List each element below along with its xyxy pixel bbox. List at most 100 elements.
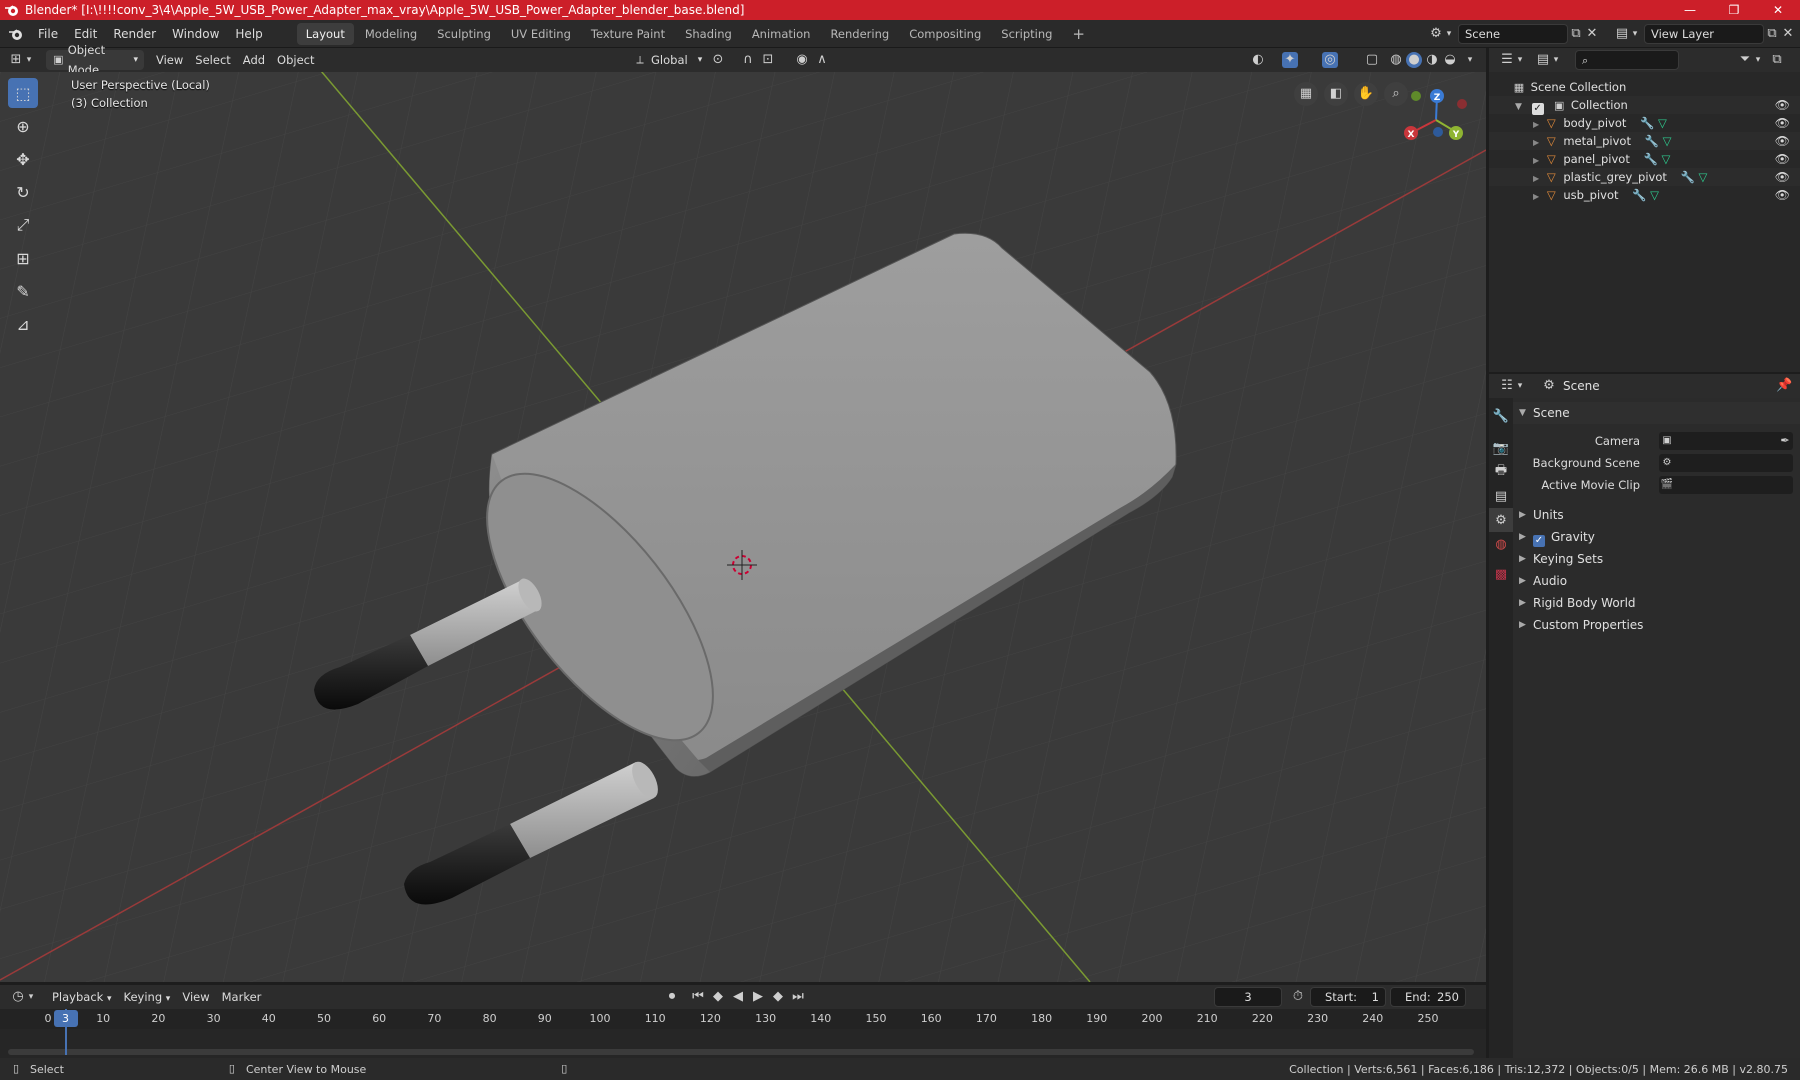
menu-file[interactable]: File bbox=[30, 20, 66, 48]
falloff-icon[interactable]: ∧ bbox=[814, 52, 830, 68]
end-frame-field[interactable]: End: 250 bbox=[1390, 987, 1466, 1007]
outliner-item[interactable]: ▶ ▽ panel_pivot 🔧 ▽ 👁 bbox=[1489, 150, 1800, 168]
audio-panel[interactable]: ▶ Audio bbox=[1513, 570, 1800, 592]
texture-tab-icon[interactable]: ▩ bbox=[1489, 562, 1513, 586]
tab-uv-editing[interactable]: UV Editing bbox=[502, 23, 580, 45]
frame-ruler[interactable]: 0 10 20 30 40 50 60 70 80 90 100 110 120 130 140 150 160… bbox=[0, 1009, 1486, 1029]
expand-arrow-icon[interactable]: ▶ bbox=[1533, 156, 1539, 165]
outliner-collection[interactable]: ▼ ✓ ▣ Collection 👁 bbox=[1489, 96, 1800, 115]
menu-window[interactable]: Window bbox=[164, 20, 227, 48]
transform-tool-icon[interactable]: ⊞ bbox=[8, 243, 38, 273]
xray-icon[interactable]: ▢ bbox=[1364, 52, 1380, 68]
custom-properties-panel[interactable]: ▶ Custom Properties bbox=[1513, 614, 1800, 636]
move-tool-icon[interactable]: ✥ bbox=[8, 144, 38, 174]
new-view-layer-icon[interactable]: ⧉ bbox=[1764, 26, 1780, 42]
outliner-scene-collection[interactable]: ▦ Scene Collection bbox=[1489, 78, 1800, 96]
display-mode-icon[interactable]: ▤ bbox=[1535, 52, 1551, 68]
tab-layout[interactable]: Layout bbox=[296, 22, 354, 45]
tab-modeling[interactable]: Modeling bbox=[356, 23, 426, 45]
expand-arrow-icon[interactable]: ▶ bbox=[1533, 174, 1539, 183]
eye-icon[interactable]: 👁 bbox=[1775, 168, 1790, 186]
tab-compositing[interactable]: Compositing bbox=[900, 23, 990, 45]
camera-field[interactable]: ▣ ✒ bbox=[1659, 432, 1793, 450]
snap-icon[interactable]: ∩ bbox=[740, 52, 756, 68]
world-tab-icon[interactable]: ◍ bbox=[1489, 532, 1513, 556]
eyedropper-icon[interactable]: ✒ bbox=[1777, 433, 1793, 449]
editor-type-icon[interactable]: ☷ bbox=[1499, 378, 1515, 394]
render-tab-icon[interactable]: 📷 bbox=[1489, 436, 1513, 460]
menu-playback[interactable]: Playback ▾ bbox=[46, 987, 118, 1007]
tab-rendering[interactable]: Rendering bbox=[821, 23, 898, 45]
jump-start-icon[interactable]: ⏮ bbox=[690, 989, 706, 1005]
remove-view-layer-icon[interactable]: ✕ bbox=[1780, 26, 1796, 42]
tab-animation[interactable]: Animation bbox=[743, 23, 820, 45]
snap-target-icon[interactable]: ⊡ bbox=[760, 52, 776, 68]
add-workspace-button[interactable]: + bbox=[1063, 23, 1094, 45]
eye-icon[interactable]: 👁 bbox=[1775, 96, 1790, 114]
minimize-button[interactable]: — bbox=[1668, 0, 1712, 20]
blender-menu-icon[interactable] bbox=[8, 26, 24, 42]
view-layer-tab-icon[interactable]: ▤ bbox=[1489, 484, 1513, 508]
new-scene-icon[interactable]: ⧉ bbox=[1568, 26, 1584, 42]
playhead-frame-badge[interactable]: 3 bbox=[53, 1010, 78, 1027]
rendered-shading-icon[interactable]: ◒ bbox=[1442, 52, 1458, 68]
close-button[interactable]: ✕ bbox=[1756, 0, 1800, 20]
menu-help[interactable]: Help bbox=[227, 20, 270, 48]
editor-type-icon[interactable]: ⊞ bbox=[8, 52, 24, 68]
output-tab-icon[interactable]: 🖶 bbox=[1489, 460, 1513, 484]
overlay-toggle-icon[interactable]: ◎ bbox=[1322, 52, 1338, 68]
transform-orientation-dropdown[interactable]: ⟂ Global ▾ bbox=[626, 50, 708, 70]
select-box-tool-icon[interactable]: ⬚ bbox=[8, 78, 38, 108]
solid-shading-icon[interactable]: ● bbox=[1406, 52, 1422, 68]
expand-arrow-icon[interactable]: ▶ bbox=[1533, 138, 1539, 147]
mode-dropdown[interactable]: ▣ Object Mode ▾ bbox=[46, 43, 144, 77]
view-layer-field[interactable]: View Layer bbox=[1644, 24, 1764, 44]
tab-sculpting[interactable]: Sculpting bbox=[428, 23, 500, 45]
menu-keying[interactable]: Keying ▾ bbox=[118, 987, 177, 1007]
chevron-down-icon[interactable]: ▾ bbox=[1462, 52, 1478, 68]
gravity-panel[interactable]: ▶ ✓ Gravity bbox=[1513, 526, 1800, 548]
tool-settings-tab-icon[interactable]: 🔧 bbox=[1489, 404, 1513, 428]
expand-arrow-icon[interactable]: ▶ bbox=[1533, 120, 1539, 129]
menu-select[interactable]: Select bbox=[189, 50, 236, 70]
pin-icon[interactable]: 📌 bbox=[1776, 378, 1792, 394]
outliner-item[interactable]: ▶ ▽ usb_pivot 🔧 ▽ 👁 bbox=[1489, 186, 1800, 204]
tab-texture-paint[interactable]: Texture Paint bbox=[582, 23, 674, 45]
menu-view[interactable]: View bbox=[176, 987, 215, 1007]
menu-add[interactable]: Add bbox=[237, 50, 271, 70]
next-keyframe-icon[interactable]: ◆ bbox=[770, 989, 786, 1005]
scene-tab-icon[interactable]: ⚙ bbox=[1489, 508, 1513, 532]
editor-type-icon[interactable]: ◷ bbox=[10, 989, 26, 1005]
eye-icon[interactable]: 👁 bbox=[1775, 114, 1790, 132]
measure-tool-icon[interactable]: ⊿ bbox=[8, 309, 38, 339]
toggle-grid-icon[interactable]: ▦ bbox=[1294, 82, 1318, 106]
gizmo-toggle-icon[interactable]: ✦ bbox=[1282, 52, 1298, 68]
scene-selector-icon[interactable]: ⚙ bbox=[1428, 26, 1444, 42]
annotate-tool-icon[interactable]: ✎ bbox=[8, 276, 38, 306]
outliner-item[interactable]: ▶ ▽ plastic_grey_pivot 🔧 ▽ 👁 bbox=[1489, 168, 1800, 186]
eye-icon[interactable]: 👁 bbox=[1775, 186, 1790, 204]
timeline-scrollbar[interactable] bbox=[8, 1049, 1474, 1055]
tab-scripting[interactable]: Scripting bbox=[992, 23, 1061, 45]
jump-end-icon[interactable]: ⏭ bbox=[790, 989, 806, 1005]
scene-field[interactable]: Scene bbox=[1458, 24, 1568, 44]
eye-icon[interactable]: 👁 bbox=[1775, 150, 1790, 168]
prev-keyframe-icon[interactable]: ◆ bbox=[710, 989, 726, 1005]
editor-type-icon[interactable]: ☰ bbox=[1499, 52, 1515, 68]
pan-hand-icon[interactable]: ✋ bbox=[1354, 82, 1378, 106]
rotate-tool-icon[interactable]: ↻ bbox=[8, 177, 38, 207]
play-icon[interactable]: ▶ bbox=[750, 989, 766, 1005]
filter-icon[interactable]: ⏷ bbox=[1737, 52, 1753, 68]
current-frame-field[interactable]: 3 bbox=[1214, 987, 1282, 1007]
view-layer-icon[interactable]: ▤ bbox=[1614, 26, 1630, 42]
outliner-search-input[interactable]: ⌕ bbox=[1575, 50, 1679, 70]
pivot-point-icon[interactable]: ⊙ bbox=[710, 52, 726, 68]
visibility-icon[interactable]: ◐ bbox=[1250, 52, 1266, 68]
maximize-button[interactable]: ❐ bbox=[1712, 0, 1756, 20]
menu-view[interactable]: View bbox=[150, 50, 189, 70]
outliner-item[interactable]: ▶ ▽ metal_pivot 🔧 ▽ 👁 bbox=[1489, 132, 1800, 150]
expand-arrow-icon[interactable]: ▼ bbox=[1515, 102, 1522, 112]
timeline-body[interactable]: 0 10 20 30 40 50 60 70 80 90 100 110 120 130 140 150 160… bbox=[0, 1009, 1486, 1058]
movie-clip-field[interactable]: 🎬 bbox=[1659, 476, 1793, 494]
play-reverse-icon[interactable]: ◀ bbox=[730, 989, 746, 1005]
